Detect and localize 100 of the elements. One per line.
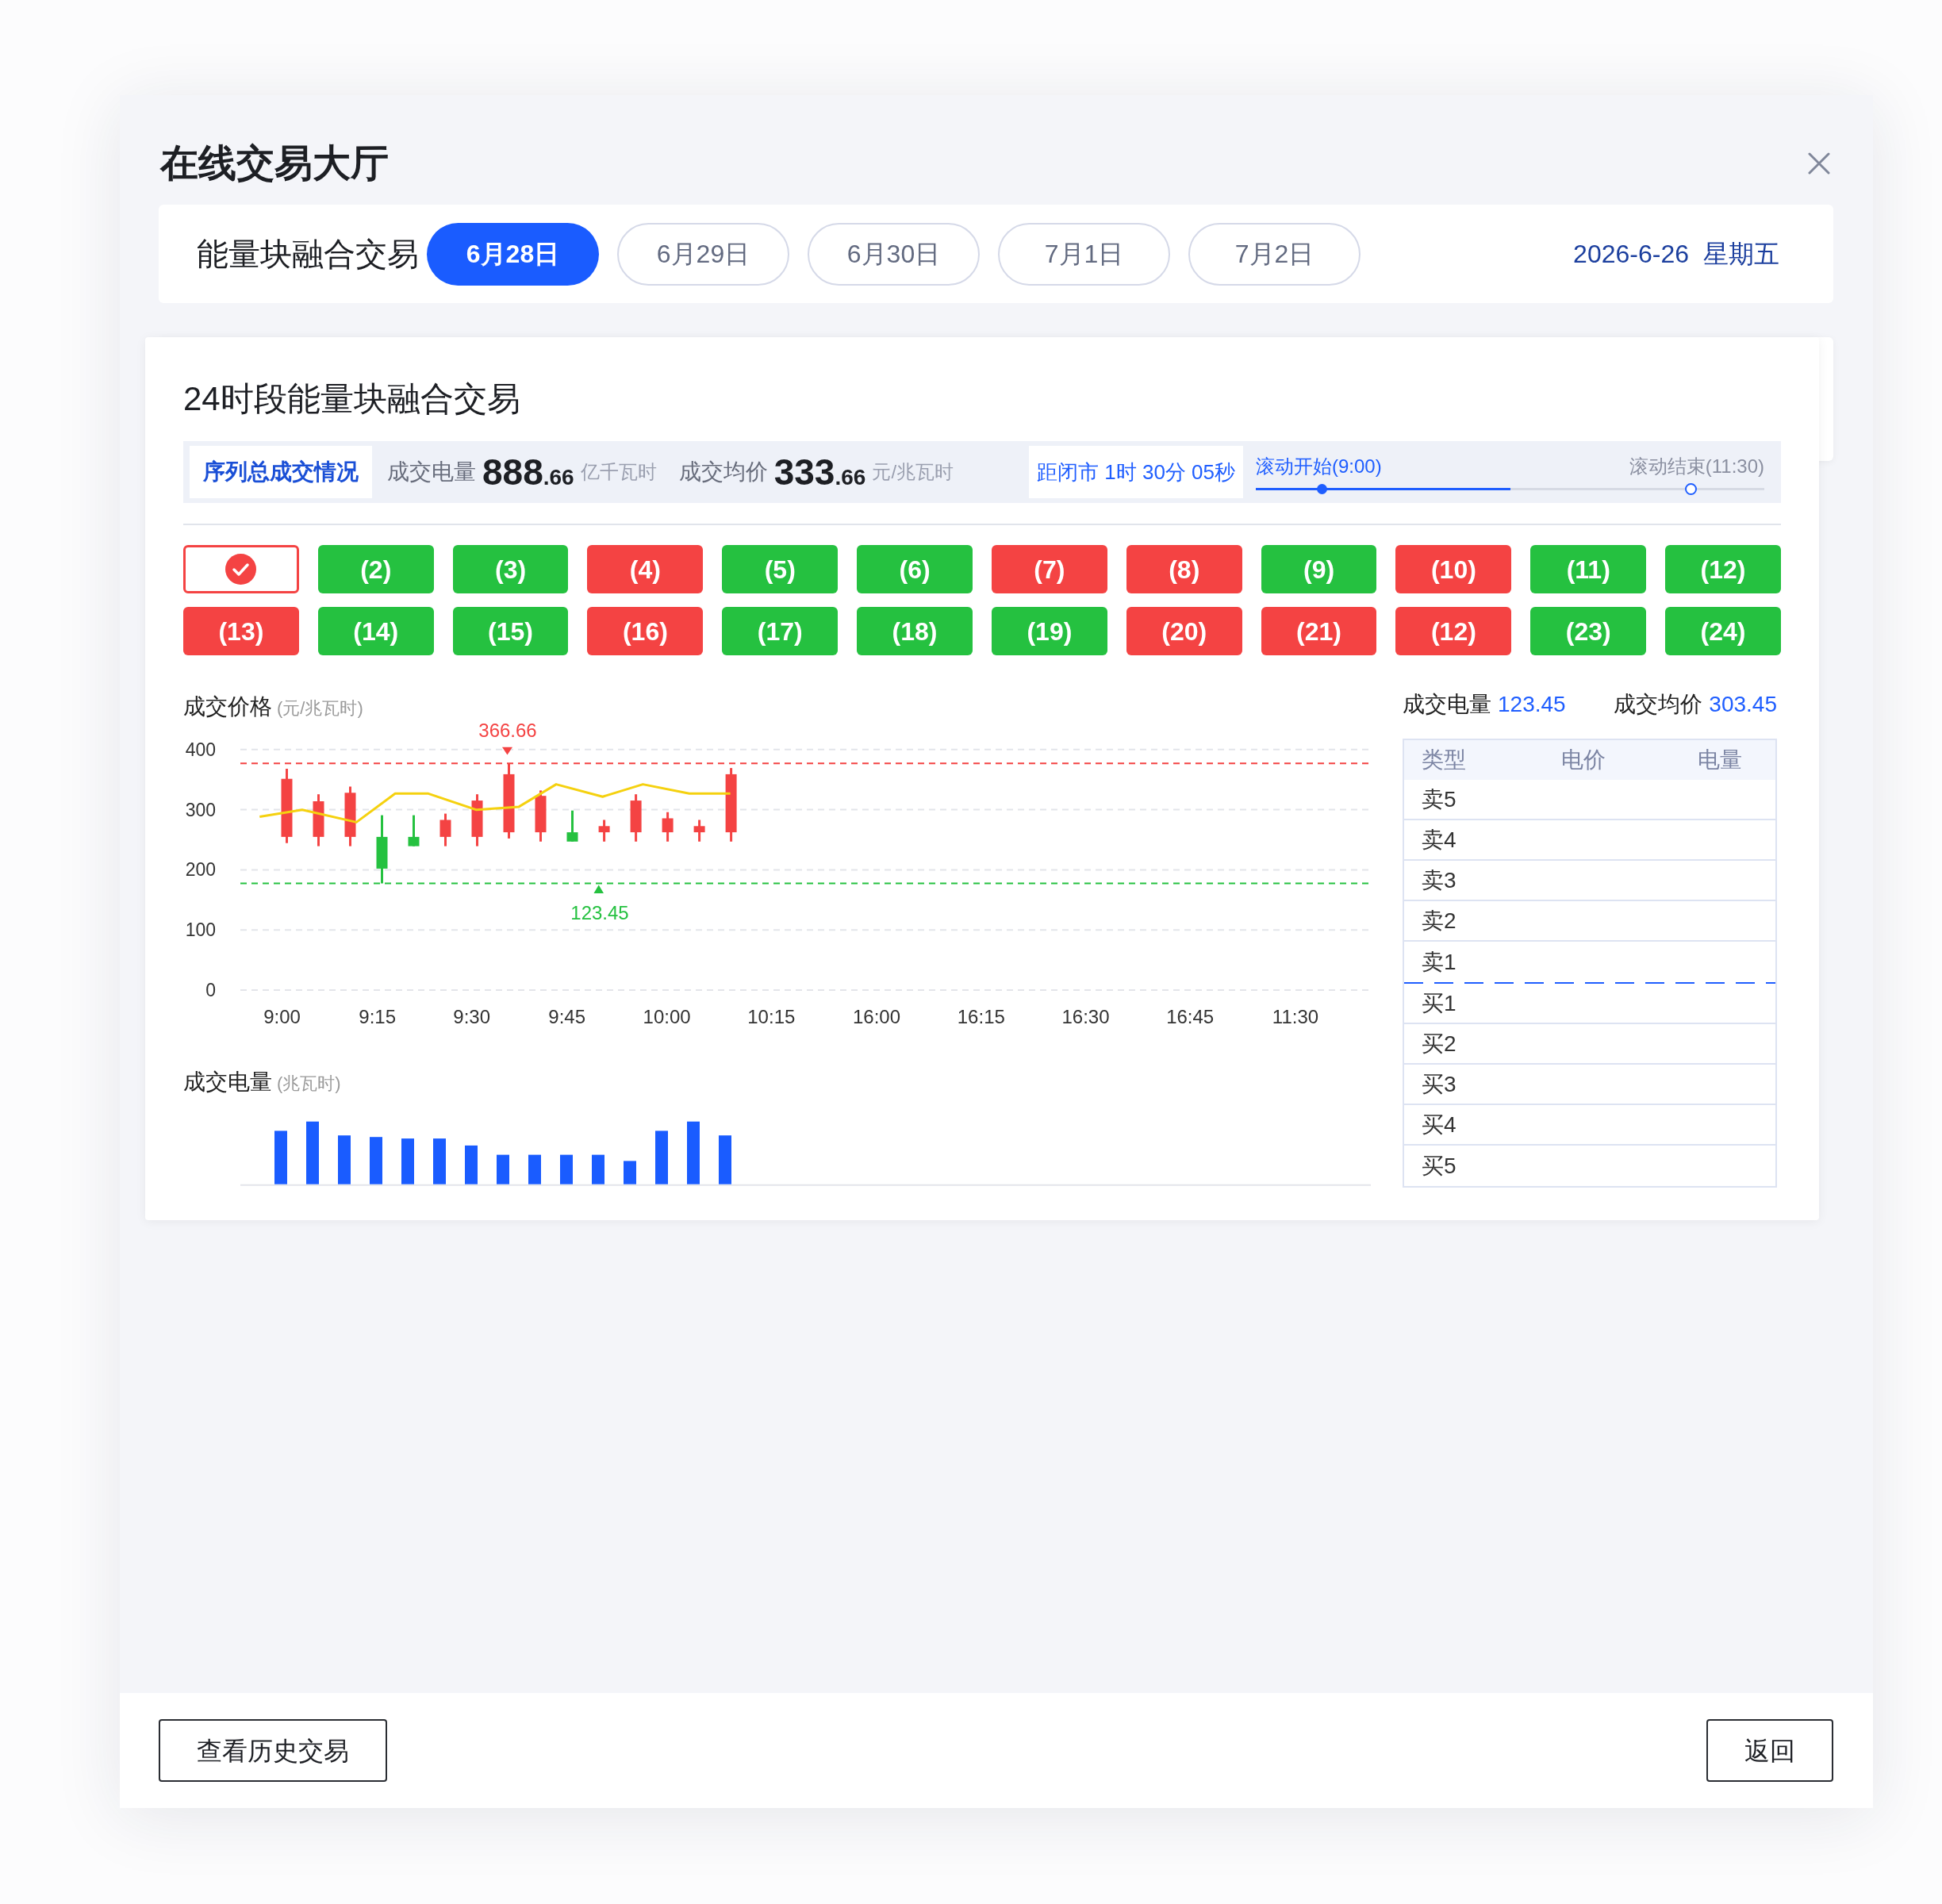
period-button[interactable]: (20) xyxy=(1126,607,1242,655)
down-triangle-icon xyxy=(502,747,512,755)
table-cell-text: 卖4 xyxy=(1422,826,1456,854)
table-cell-text: 卖3 xyxy=(1422,866,1456,894)
date-tab[interactable]: 6月28日 xyxy=(427,222,599,286)
volume-bar xyxy=(497,1154,509,1184)
candlestick xyxy=(471,794,483,846)
candlestick xyxy=(693,820,705,842)
date-tab[interactable]: 6月29日 xyxy=(617,222,789,286)
period-button[interactable]: (2) xyxy=(317,545,434,593)
close-icon xyxy=(1808,152,1830,175)
date-tab[interactable]: 7月2日 xyxy=(1188,222,1361,286)
weekday-text: 星期五 xyxy=(1703,239,1779,270)
volume-label: 成交电量 xyxy=(387,459,476,486)
trade-type-label: 能量块融合交易 xyxy=(197,236,419,273)
period-button[interactable]: (24) xyxy=(1665,607,1781,655)
close-button[interactable] xyxy=(1808,152,1830,175)
up-triangle-icon xyxy=(593,885,604,893)
table-cell-text: 卖1 xyxy=(1422,948,1456,976)
volume-bar xyxy=(719,1135,731,1184)
order-volume-label: 成交电量 xyxy=(1403,691,1491,718)
max-price-label: 366.66 xyxy=(478,720,537,741)
period-button[interactable]: (13) xyxy=(183,607,299,655)
x-axis-label: 10:00 xyxy=(643,1006,691,1027)
period-button[interactable]: (11) xyxy=(1530,545,1647,593)
volume-bar xyxy=(655,1130,668,1184)
volume-bar xyxy=(560,1154,573,1184)
volume-bar xyxy=(338,1135,351,1184)
period-button[interactable]: (5) xyxy=(722,545,839,593)
countdown-label: 距闭市 1时 30分 05秒 xyxy=(1029,446,1243,498)
period-button[interactable]: (12) xyxy=(1665,545,1781,593)
candlestick xyxy=(662,812,674,842)
order-volume-value: 123.45 xyxy=(1498,691,1566,718)
price-label: 成交均价 xyxy=(678,459,768,486)
period-button[interactable]: (23) xyxy=(1530,607,1647,655)
min-price-label: 123.45 xyxy=(570,902,629,923)
period-button[interactable]: (10) xyxy=(1395,545,1512,593)
period-button[interactable]: (6) xyxy=(857,545,973,593)
volume-value: 888.66 xyxy=(482,454,574,490)
chart-unit: (兆瓦时) xyxy=(277,1073,341,1095)
y-axis-label: 100 xyxy=(185,919,216,941)
chart-unit: (元/兆瓦时) xyxy=(277,697,363,720)
period-button[interactable]: (7) xyxy=(992,545,1107,593)
x-axis-label: 16:30 xyxy=(1061,1006,1110,1027)
volume-bar xyxy=(624,1161,636,1184)
period-button[interactable]: (16) xyxy=(587,607,704,655)
period-button[interactable]: (19) xyxy=(992,607,1107,655)
period-button[interactable] xyxy=(183,545,299,593)
history-button[interactable]: 查看历史交易 xyxy=(159,1719,387,1782)
column-header: 电量 xyxy=(1698,747,1742,774)
current-date: 2026-6-26 xyxy=(1573,239,1689,270)
y-axis-label: 0 xyxy=(205,980,216,1001)
period-button[interactable]: (15) xyxy=(452,607,569,655)
candlestick xyxy=(439,813,451,846)
table-cell-text: 卖2 xyxy=(1422,907,1456,935)
candlestick xyxy=(313,794,324,846)
column-header: 电价 xyxy=(1561,747,1606,774)
period-button[interactable]: (17) xyxy=(722,607,839,655)
candlestick xyxy=(630,794,642,842)
price-unit: 元/兆瓦时 xyxy=(872,460,954,484)
volume-bar xyxy=(465,1145,478,1184)
x-axis-label: 16:00 xyxy=(852,1006,901,1027)
candlestick xyxy=(598,820,610,842)
period-button[interactable]: (12) xyxy=(1395,607,1512,655)
table-cell-text: 卖5 xyxy=(1422,785,1456,813)
table-cell-text: 买1 xyxy=(1422,989,1456,1017)
order-price-label: 成交均价 xyxy=(1614,691,1703,718)
price-value: 333.66 xyxy=(773,454,866,490)
volume-bar xyxy=(592,1154,604,1184)
chart-title: 成交电量 xyxy=(183,1069,272,1096)
period-button[interactable]: (14) xyxy=(317,607,434,655)
y-axis-label: 200 xyxy=(185,859,216,881)
volume-bar xyxy=(370,1137,382,1184)
period-button[interactable]: (4) xyxy=(587,545,704,593)
table-cell-text: 买2 xyxy=(1422,1030,1456,1058)
date-tab[interactable]: 6月30日 xyxy=(808,222,980,286)
period-button[interactable]: (18) xyxy=(857,607,973,655)
volume-bar xyxy=(528,1154,541,1184)
x-axis-label: 9:15 xyxy=(359,1006,397,1027)
ring-icon xyxy=(1685,482,1697,495)
period-button[interactable]: (21) xyxy=(1261,607,1377,655)
back-button[interactable]: 返回 xyxy=(1706,1719,1833,1782)
candlestick xyxy=(566,810,578,842)
volume-bar xyxy=(274,1130,287,1184)
x-axis-label: 16:15 xyxy=(957,1006,1005,1027)
period-button[interactable]: (8) xyxy=(1126,545,1242,593)
timeline-end-label: 滚动结束(11:30) xyxy=(1629,454,1764,478)
x-axis-label: 10:15 xyxy=(747,1006,796,1027)
chart-title: 成交价格 xyxy=(183,693,272,720)
table-cell-text: 买5 xyxy=(1422,1152,1456,1180)
timeline-start-label: 滚动开始(9:00) xyxy=(1256,454,1382,478)
x-axis-label: 11:30 xyxy=(1272,1006,1319,1027)
date-tab[interactable]: 7月1日 xyxy=(998,222,1170,286)
candlestick xyxy=(535,790,547,842)
dialog-title: 在线交易大厅 xyxy=(160,141,389,186)
volume-bar xyxy=(401,1138,414,1184)
period-button[interactable]: (9) xyxy=(1261,545,1377,593)
y-axis-label: 400 xyxy=(185,739,216,760)
table-cell-text: 买4 xyxy=(1422,1111,1456,1138)
period-button[interactable]: (3) xyxy=(452,545,569,593)
